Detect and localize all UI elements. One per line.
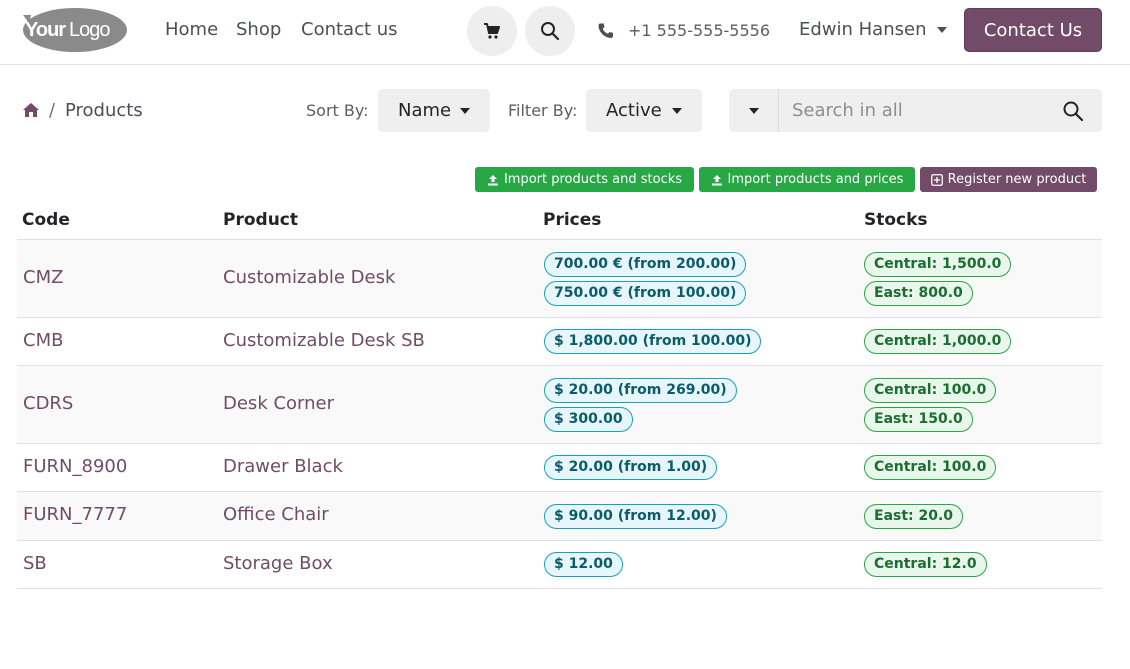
product-code[interactable]: CDRS: [23, 393, 73, 414]
stock-badge: Central: 1,500.0: [864, 252, 1012, 277]
price-badge: $ 12.00: [544, 552, 623, 577]
product-name[interactable]: Customizable Desk SB: [223, 330, 425, 351]
product-name[interactable]: Customizable Desk: [223, 267, 395, 288]
upload-icon: [487, 174, 498, 185]
register-product-button[interactable]: Register new product: [920, 167, 1097, 192]
product-name[interactable]: Drawer Black: [223, 456, 343, 477]
svg-text:Your: Your: [25, 19, 66, 41]
price-badges: $ 90.00 (from 12.00): [544, 504, 727, 529]
stock-badge: Central: 1,000.0: [864, 329, 1012, 354]
stock-badges: Central: 100.0: [864, 455, 997, 480]
table-row[interactable]: CMZ Customizable Desk 700.00 € (from 200…: [17, 240, 1102, 318]
breadcrumb-separator: /: [49, 100, 56, 121]
sort-value: Name: [398, 100, 452, 121]
product-name[interactable]: Storage Box: [223, 553, 333, 574]
column-header-product: Product: [223, 210, 298, 230]
stock-badges: Central: 1,000.0: [864, 329, 1012, 354]
stock-badge: East: 150.0: [864, 407, 973, 432]
search-group: [729, 89, 1102, 132]
top-header: Your Logo Home Shop Contact us +1 555-55…: [0, 0, 1130, 65]
filter-dropdown[interactable]: Active: [586, 89, 702, 132]
phone-icon: [598, 23, 613, 38]
price-badge: $ 20.00 (from 1.00): [544, 455, 718, 480]
import-stocks-label: Import products and stocks: [503, 172, 683, 187]
stock-badge: Central: 12.0: [864, 552, 987, 577]
stock-badges: Central: 12.0: [864, 552, 987, 577]
chevron-down-icon: [460, 107, 470, 114]
product-code[interactable]: FURN_7777: [23, 504, 127, 525]
search-input[interactable]: [780, 89, 1050, 132]
nav-shop[interactable]: Shop: [236, 19, 281, 40]
product-code[interactable]: SB: [23, 553, 47, 574]
column-header-code: Code: [22, 210, 70, 230]
price-badge: $ 300.00: [544, 407, 633, 432]
table-row[interactable]: FURN_8900 Drawer Black $ 20.00 (from 1.0…: [17, 444, 1102, 492]
price-badge: 700.00 € (from 200.00): [544, 252, 747, 277]
cart-icon: [484, 23, 500, 39]
nav-contact-us[interactable]: Contact us: [301, 19, 398, 40]
column-header-prices: Prices: [543, 210, 602, 230]
plus-square-icon: [930, 173, 943, 186]
register-product-label: Register new product: [947, 172, 1087, 187]
price-badge: $ 20.00 (from 269.00): [544, 378, 737, 403]
price-badges: $ 20.00 (from 1.00): [544, 455, 718, 480]
user-menu[interactable]: Edwin Hansen: [799, 19, 947, 40]
svg-text:Logo: Logo: [69, 19, 110, 41]
import-stocks-button[interactable]: Import products and stocks: [475, 167, 694, 192]
chevron-down-icon: [748, 107, 759, 114]
header-search-button[interactable]: [525, 6, 575, 56]
product-code[interactable]: FURN_8900: [23, 456, 127, 477]
search-icon[interactable]: [1062, 100, 1084, 122]
phone-number[interactable]: +1 555-555-5556: [628, 21, 770, 40]
price-badge: $ 1,800.00 (from 100.00): [544, 329, 762, 354]
table-row[interactable]: CMB Customizable Desk SB $ 1,800.00 (fro…: [17, 318, 1102, 366]
stock-badge: Central: 100.0: [864, 455, 997, 480]
column-header-stocks: Stocks: [864, 210, 928, 230]
price-badge: 750.00 € (from 100.00): [544, 281, 747, 306]
product-name[interactable]: Desk Corner: [223, 393, 334, 414]
chevron-down-icon: [672, 107, 682, 114]
nav-home[interactable]: Home: [165, 19, 218, 40]
upload-icon: [711, 174, 722, 185]
stock-badges: Central: 100.0 East: 150.0: [864, 378, 997, 432]
product-code[interactable]: CMZ: [23, 267, 63, 288]
sort-dropdown[interactable]: Name: [378, 89, 490, 132]
import-prices-label: Import products and prices: [727, 172, 904, 187]
user-name: Edwin Hansen: [799, 19, 927, 40]
table-row[interactable]: CDRS Desk Corner $ 20.00 (from 269.00) $…: [17, 366, 1102, 444]
product-name[interactable]: Office Chair: [223, 504, 329, 525]
search-icon: [541, 22, 560, 41]
import-prices-button[interactable]: Import products and prices: [699, 167, 915, 192]
price-badge: $ 90.00 (from 12.00): [544, 504, 727, 529]
product-code[interactable]: CMB: [23, 330, 63, 351]
cart-button[interactable]: [467, 6, 517, 56]
price-badges: $ 12.00: [544, 552, 623, 577]
stock-badge: Central: 100.0: [864, 378, 997, 403]
stock-badges: East: 20.0: [864, 504, 964, 529]
stock-badge: East: 800.0: [864, 281, 973, 306]
logo[interactable]: Your Logo: [17, 7, 129, 53]
stock-badge: East: 20.0: [864, 504, 964, 529]
home-icon[interactable]: [22, 101, 40, 119]
table-row[interactable]: FURN_7777 Office Chair $ 90.00 (from 12.…: [17, 492, 1102, 541]
price-badges: $ 20.00 (from 269.00) $ 300.00: [544, 378, 737, 432]
contact-us-button[interactable]: Contact Us: [964, 8, 1102, 52]
chevron-down-icon: [936, 26, 947, 33]
filter-value: Active: [606, 100, 662, 121]
table-row[interactable]: SB Storage Box $ 12.00 Central: 12.0: [17, 541, 1102, 589]
search-scope-dropdown[interactable]: [729, 89, 779, 132]
filter-label: Filter By:: [508, 101, 578, 120]
price-badges: $ 1,800.00 (from 100.00): [544, 329, 762, 354]
stock-badges: Central: 1,500.0 East: 800.0: [864, 252, 1012, 306]
price-badges: 700.00 € (from 200.00) 750.00 € (from 10…: [544, 252, 747, 306]
breadcrumb-current: Products: [65, 100, 143, 121]
sort-label: Sort By:: [306, 101, 369, 120]
